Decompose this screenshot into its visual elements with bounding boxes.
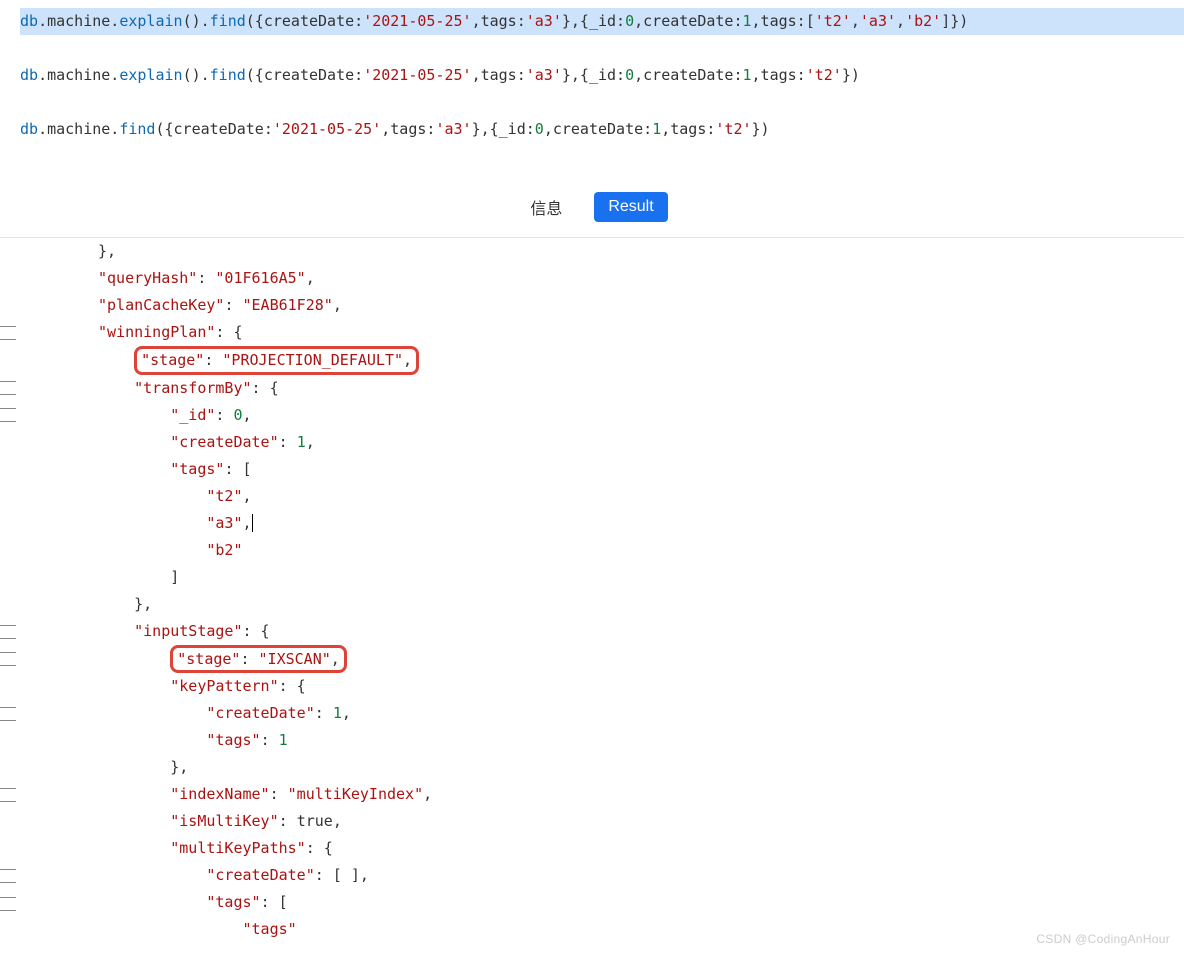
fold-gutter-icon[interactable] (0, 652, 16, 666)
text-cursor (252, 514, 253, 532)
fold-gutter-icon[interactable] (0, 897, 16, 911)
result-line: "stage": "PROJECTION_DEFAULT", (0, 346, 1184, 375)
result-line: "tags": [ (0, 456, 1184, 483)
result-line: "createDate": [ ], (0, 862, 1184, 889)
fold-gutter-icon[interactable] (0, 869, 16, 883)
code-editor[interactable]: db.machine.explain().find({createDate:'2… (0, 0, 1184, 143)
result-panel[interactable]: },"queryHash": "01F616A5","planCacheKey"… (0, 238, 1184, 943)
fold-gutter-icon[interactable] (0, 625, 16, 639)
result-tabbar: 信息 Result (0, 171, 1184, 238)
fold-gutter-icon[interactable] (0, 381, 16, 395)
result-line: }, (0, 238, 1184, 265)
result-line: "queryHash": "01F616A5", (0, 265, 1184, 292)
result-line: "planCacheKey": "EAB61F28", (0, 292, 1184, 319)
result-line: }, (0, 754, 1184, 781)
result-line: "createDate": 1, (0, 700, 1184, 727)
editor-line[interactable]: db.machine.explain().find({createDate:'2… (20, 8, 1184, 35)
result-line: "stage": "IXSCAN", (0, 645, 1184, 674)
editor-line[interactable]: db.machine.explain().find({createDate:'2… (20, 62, 1184, 89)
result-line: "tags": 1 (0, 727, 1184, 754)
result-line: "transformBy": { (0, 375, 1184, 402)
result-line: "isMultiKey": true, (0, 808, 1184, 835)
result-line: "_id": 0, (0, 402, 1184, 429)
fold-gutter-icon[interactable] (0, 408, 16, 422)
result-line: "tags": [ (0, 889, 1184, 916)
result-line: "keyPattern": { (0, 673, 1184, 700)
result-line: "multiKeyPaths": { (0, 835, 1184, 862)
result-line: ] (0, 564, 1184, 591)
fold-gutter-icon[interactable] (0, 326, 16, 340)
result-line: "inputStage": { (0, 618, 1184, 645)
result-line: "t2", (0, 483, 1184, 510)
tab-info[interactable]: 信息 (516, 189, 576, 225)
tab-result[interactable]: Result (594, 192, 667, 222)
result-line: "b2" (0, 537, 1184, 564)
watermark: CSDN @CodingAnHour (1036, 932, 1170, 946)
result-line: "a3", (0, 510, 1184, 537)
result-line: "createDate": 1, (0, 429, 1184, 456)
fold-gutter-icon[interactable] (0, 707, 16, 721)
result-line: "indexName": "multiKeyIndex", (0, 781, 1184, 808)
editor-line[interactable] (20, 35, 1184, 62)
result-line: }, (0, 591, 1184, 618)
editor-line[interactable] (20, 89, 1184, 116)
editor-line[interactable]: db.machine.find({createDate:'2021-05-25'… (20, 116, 1184, 143)
highlight-box: "stage": "PROJECTION_DEFAULT", (134, 346, 419, 375)
highlight-box: "stage": "IXSCAN", (170, 645, 347, 674)
result-line: "tags" (0, 916, 1184, 943)
fold-gutter-icon[interactable] (0, 788, 16, 802)
result-line: "winningPlan": { (0, 319, 1184, 346)
